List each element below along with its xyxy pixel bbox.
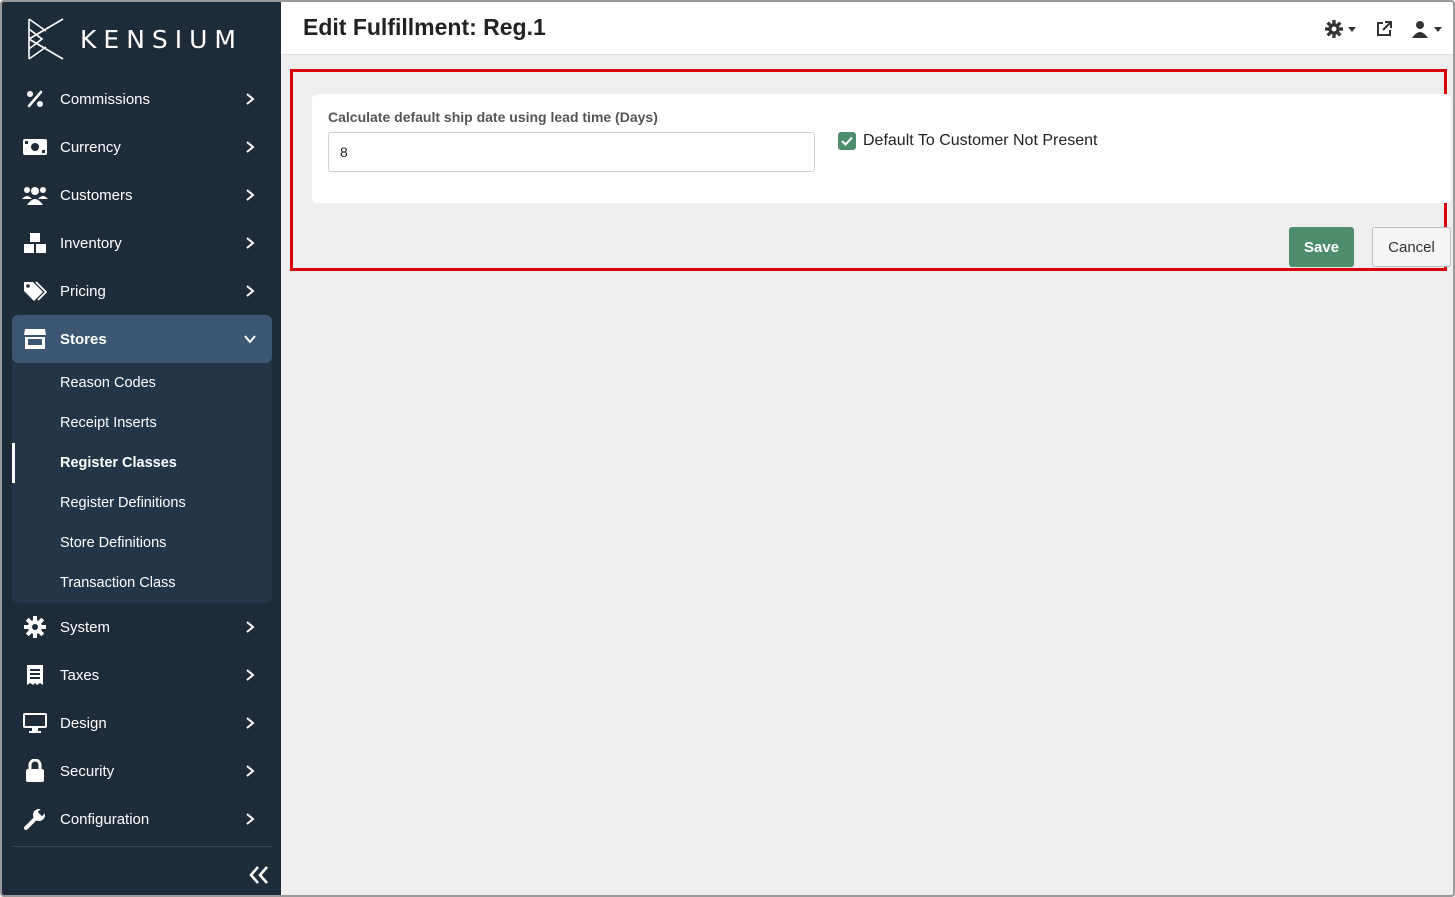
- chevron-right-icon: [240, 809, 260, 829]
- sidebar-item-label: Configuration: [60, 810, 150, 828]
- sidebar-item-label: System: [60, 618, 111, 636]
- sidebar-item-security[interactable]: Security: [12, 747, 272, 795]
- sidebar-item-label: Taxes: [60, 666, 100, 684]
- gear-icon: [1325, 20, 1343, 38]
- sidebar-item-label: Inventory: [60, 234, 122, 252]
- chevron-right-icon: [240, 185, 260, 205]
- brand-logo[interactable]: KENSIUM: [26, 16, 243, 62]
- sidebar-item-system[interactable]: System: [12, 603, 272, 651]
- kensium-logo-icon: [28, 18, 64, 60]
- sidebar-item-label: Customers: [60, 186, 133, 204]
- sidebar-item-pricing[interactable]: Pricing: [12, 267, 272, 315]
- checkmark-icon: [841, 136, 853, 146]
- monitor-icon: [22, 710, 48, 736]
- caret-down-icon: [1348, 26, 1356, 32]
- gear-icon: [22, 614, 48, 640]
- page-title: Edit Fulfillment: Reg.1: [303, 14, 546, 40]
- money-icon: [22, 134, 48, 160]
- chevron-right-icon: [240, 137, 260, 157]
- lead-time-label: Calculate default ship date using lead t…: [328, 109, 658, 125]
- double-chevron-left-icon: [249, 866, 268, 884]
- external-link-icon: [1377, 21, 1392, 36]
- app-window: KENSIUM Commissions Currency Customers I…: [0, 0, 1455, 897]
- sidebar-item-taxes[interactable]: Taxes: [12, 651, 272, 699]
- submenu-item-transaction-class[interactable]: Transaction Class: [12, 563, 272, 603]
- save-button[interactable]: Save: [1289, 227, 1354, 267]
- sidebar-item-commissions[interactable]: Commissions: [12, 75, 272, 123]
- stores-submenu: Reason Codes Receipt Inserts Register Cl…: [12, 363, 272, 603]
- cancel-button[interactable]: Cancel: [1372, 227, 1451, 267]
- percent-icon: [22, 86, 48, 112]
- sidebar-item-customers[interactable]: Customers: [12, 171, 272, 219]
- sidebar-item-currency[interactable]: Currency: [12, 123, 272, 171]
- chevron-right-icon: [240, 233, 260, 253]
- sidebar-item-design[interactable]: Design: [12, 699, 272, 747]
- chevron-right-icon: [240, 281, 260, 301]
- customer-not-present-checkbox[interactable]: Default To Customer Not Present: [838, 132, 1097, 150]
- boxes-icon: [22, 230, 48, 256]
- sidebar: KENSIUM Commissions Currency Customers I…: [2, 2, 281, 895]
- main-content: Calculate default ship date using lead t…: [281, 56, 1453, 895]
- submenu-item-store-definitions[interactable]: Store Definitions: [12, 523, 272, 563]
- active-indicator: [12, 443, 15, 483]
- sidebar-item-label: Commissions: [60, 90, 151, 108]
- submenu-item-register-classes[interactable]: Register Classes: [12, 443, 272, 483]
- open-external-button[interactable]: [1375, 18, 1393, 40]
- chevron-right-icon: [240, 761, 260, 781]
- chevron-right-icon: [240, 89, 260, 109]
- chevron-down-icon: [240, 329, 260, 349]
- store-icon: [22, 326, 48, 352]
- sidebar-item-label: Security: [60, 762, 115, 780]
- highlight-box: Calculate default ship date using lead t…: [290, 69, 1451, 271]
- sidebar-divider: [12, 846, 272, 847]
- settings-menu-button[interactable]: [1325, 18, 1356, 40]
- sidebar-item-inventory[interactable]: Inventory: [12, 219, 272, 267]
- chevron-right-icon: [240, 617, 260, 637]
- sidebar-item-label: Stores: [60, 330, 107, 348]
- chevron-right-icon: [240, 713, 260, 733]
- lock-icon: [22, 758, 48, 784]
- users-icon: [22, 182, 48, 208]
- sidebar-item-label: Currency: [60, 138, 121, 156]
- sidebar-item-configuration[interactable]: Configuration: [12, 795, 272, 843]
- collapse-sidebar-button[interactable]: [246, 862, 272, 888]
- receipt-icon: [22, 662, 48, 688]
- lead-time-input[interactable]: [328, 132, 815, 172]
- chevron-right-icon: [240, 665, 260, 685]
- submenu-item-reason-codes[interactable]: Reason Codes: [12, 363, 272, 403]
- fulfillment-form-card: Calculate default ship date using lead t…: [312, 94, 1451, 203]
- caret-down-icon: [1434, 26, 1442, 32]
- sidebar-item-label: Pricing: [60, 282, 106, 300]
- sidebar-item-label: Design: [60, 714, 107, 732]
- checkbox-checked[interactable]: [838, 132, 856, 150]
- user-icon: [1412, 21, 1428, 38]
- submenu-item-register-definitions[interactable]: Register Definitions: [12, 483, 272, 523]
- wrench-icon: [22, 806, 48, 832]
- page-header: Edit Fulfillment: Reg.1: [281, 2, 1453, 55]
- brand-name: KENSIUM: [80, 24, 244, 54]
- sidebar-item-stores[interactable]: Stores: [12, 315, 272, 363]
- submenu-item-receipt-inserts[interactable]: Receipt Inserts: [12, 403, 272, 443]
- customer-not-present-label: Default To Customer Not Present: [863, 132, 1098, 149]
- tags-icon: [22, 278, 48, 304]
- user-menu-button[interactable]: [1411, 18, 1442, 40]
